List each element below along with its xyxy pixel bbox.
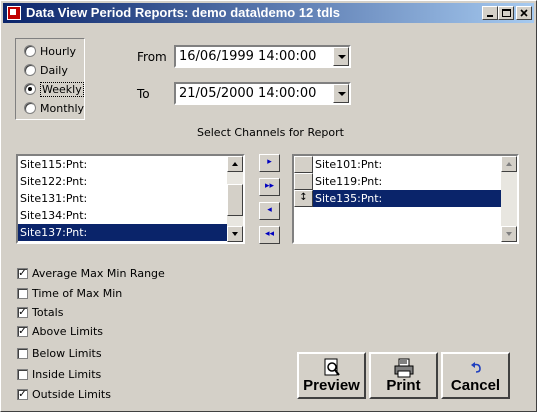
checkbox-box: [17, 287, 28, 299]
radio-hourly[interactable]: Hourly: [24, 43, 76, 59]
checkbox-label: Above Limits: [32, 324, 104, 338]
move-all-left-button[interactable]: ◂◂: [259, 226, 280, 244]
arrow-up-icon: [506, 162, 512, 166]
list-item-selected[interactable]: Site135:Pnt:: [313, 190, 501, 207]
from-date-combo[interactable]: 16/06/1999 14:00:00: [174, 45, 351, 68]
cancel-button[interactable]: Cancel: [441, 352, 510, 399]
scroll-up-button[interactable]: [501, 156, 517, 172]
print-label: Print: [386, 377, 421, 394]
list-item[interactable]: Site119:Pnt:: [313, 173, 501, 190]
from-label: From: [137, 50, 167, 64]
scroll-down-button[interactable]: [501, 226, 517, 242]
list-item[interactable]: Site131:Pnt:: [18, 190, 227, 207]
close-button[interactable]: [516, 6, 532, 20]
checkbox-average-max-min-range[interactable]: ✓ Average Max Min Range: [17, 265, 165, 281]
checkbox-above-limits[interactable]: ✓ Above Limits: [17, 323, 103, 339]
radio-label: Monthly: [40, 101, 85, 115]
checkbox-label: Below Limits: [32, 346, 102, 360]
move-right-button[interactable]: ▸: [259, 154, 280, 172]
checkbox-label: Totals: [32, 305, 64, 319]
close-icon: [520, 9, 528, 17]
to-dropdown-button[interactable]: [333, 84, 349, 103]
printer-icon: [394, 358, 413, 378]
radio-label: Weekly: [40, 81, 84, 97]
row-header[interactable]: [294, 173, 313, 190]
radio-daily[interactable]: Daily: [24, 62, 68, 78]
chevron-down-icon: [338, 55, 346, 59]
from-date-value: 16/06/1999 14:00:00: [179, 49, 317, 64]
row-header[interactable]: [294, 156, 313, 173]
checkbox-box: [17, 347, 28, 359]
radio-circle-selected: [24, 83, 36, 95]
from-dropdown-button[interactable]: [333, 47, 349, 66]
checkbox-label: Outside Limits: [32, 387, 111, 401]
preview-label: Preview: [303, 377, 360, 394]
scroll-up-button[interactable]: [227, 156, 243, 172]
cancel-label: Cancel: [450, 377, 501, 394]
report-window: Data View Period Reports: demo data\demo…: [0, 0, 537, 412]
arrow-down-icon: [506, 232, 512, 236]
checkbox-time-of-max-min[interactable]: Time of Max Min: [17, 285, 122, 301]
preview-button[interactable]: Preview: [297, 352, 366, 399]
radio-weekly[interactable]: Weekly: [24, 81, 84, 97]
checkbox-box: ✓: [17, 267, 28, 279]
checkbox-box: [17, 368, 28, 380]
radio-circle: [24, 45, 36, 57]
chevron-down-icon: [338, 92, 346, 96]
maximize-icon: [502, 9, 511, 17]
list-item[interactable]: Site134:Pnt:: [18, 207, 227, 224]
checkbox-totals[interactable]: ✓ Totals: [17, 304, 63, 320]
period-radio-group: Hourly Daily Weekly Monthly: [15, 38, 85, 120]
list-item[interactable]: Site101:Pnt:: [313, 156, 501, 173]
preview-icon: [324, 358, 340, 376]
chosen-scrollbar[interactable]: [501, 156, 517, 242]
radio-label: Daily: [40, 63, 68, 77]
minimize-button[interactable]: [482, 6, 498, 20]
radio-circle: [24, 102, 36, 114]
move-left-button[interactable]: ◂: [259, 202, 280, 220]
checkbox-inside-limits[interactable]: Inside Limits: [17, 366, 101, 382]
radio-dot: [28, 87, 32, 91]
checkbox-label: Inside Limits: [32, 367, 102, 381]
to-date-value: 21/05/2000 14:00:00: [179, 86, 317, 101]
channels-heading: Select Channels for Report: [197, 126, 344, 139]
window-title: Data View Period Reports: demo data\demo…: [26, 5, 341, 20]
radio-circle: [24, 64, 36, 76]
to-date-combo[interactable]: 21/05/2000 14:00:00: [174, 82, 351, 105]
row-header-current[interactable]: ↕: [294, 190, 313, 207]
to-label: To: [137, 87, 150, 101]
arrow-down-icon: [232, 232, 238, 236]
app-icon: [7, 6, 21, 20]
checkbox-label: Time of Max Min: [32, 286, 123, 300]
row-resize-icon: ↕: [299, 192, 308, 203]
checkbox-below-limits[interactable]: Below Limits: [17, 345, 102, 361]
list-item[interactable]: Site115:Pnt:: [18, 156, 227, 173]
checkbox-box: ✓: [17, 325, 28, 337]
list-item-selected[interactable]: Site137:Pnt:: [18, 224, 227, 241]
checkbox-box: ✓: [17, 388, 28, 400]
chosen-channels-list[interactable]: Site101:Pnt: Site119:Pnt: ↕ Site135:Pnt:: [292, 154, 519, 244]
minimize-icon: [487, 15, 493, 17]
checkbox-box: ✓: [17, 306, 28, 318]
checkbox-outside-limits[interactable]: ✓ Outside Limits: [17, 386, 111, 402]
available-scrollbar[interactable]: [227, 156, 243, 242]
scroll-thumb[interactable]: [227, 184, 243, 216]
maximize-button[interactable]: [498, 6, 514, 20]
move-all-right-button[interactable]: ▸▸: [259, 178, 280, 196]
arrow-up-icon: [232, 162, 238, 166]
print-button[interactable]: Print: [369, 352, 438, 399]
radio-label: Hourly: [40, 44, 77, 58]
available-channels-list[interactable]: Site115:Pnt: Site122:Pnt: Site131:Pnt: S…: [16, 154, 245, 244]
title-bar[interactable]: Data View Period Reports: demo data\demo…: [3, 3, 534, 23]
list-item[interactable]: Site122:Pnt:: [18, 173, 227, 190]
undo-icon: [470, 362, 481, 373]
scroll-down-button[interactable]: [227, 226, 243, 242]
checkbox-label: Average Max Min Range: [32, 266, 165, 280]
radio-monthly[interactable]: Monthly: [24, 100, 84, 116]
